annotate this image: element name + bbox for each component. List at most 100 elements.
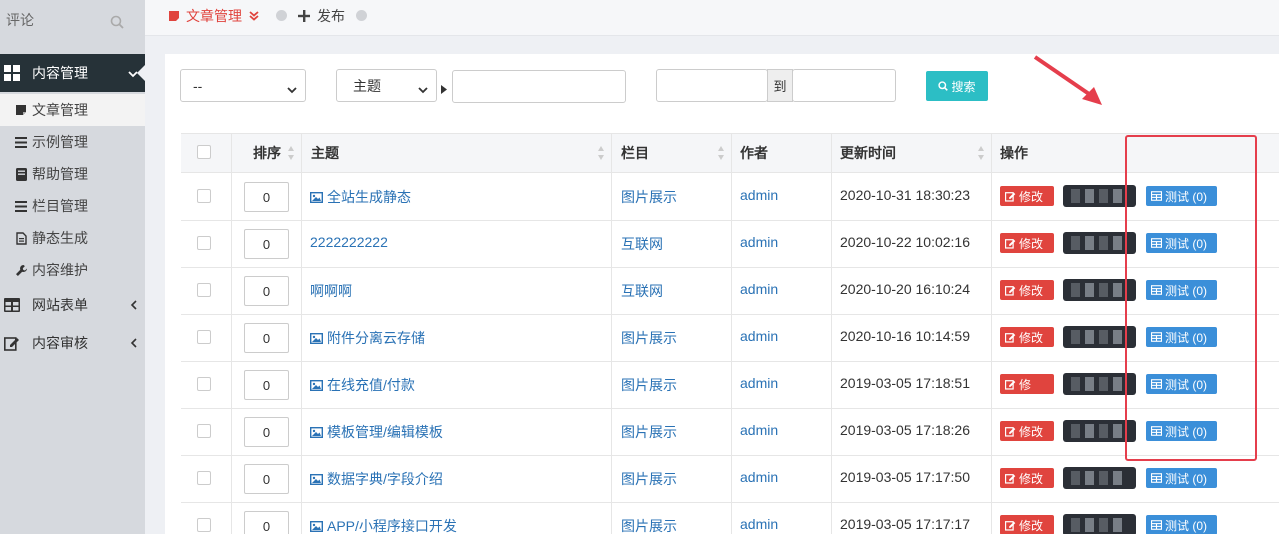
sort-icon[interactable] — [287, 145, 295, 161]
order-input[interactable]: 0 — [244, 417, 289, 447]
file-icon — [12, 231, 30, 245]
column-link[interactable]: 图片展示 — [621, 328, 677, 348]
image-icon — [310, 473, 323, 485]
sidebar-item-static[interactable]: 静态生成 — [0, 222, 145, 254]
row-checkbox[interactable] — [197, 424, 211, 438]
row-checkbox[interactable] — [197, 471, 211, 485]
author-link[interactable]: admin — [740, 469, 778, 485]
table-icon — [1151, 473, 1162, 483]
tab-articles[interactable]: 文章管理 — [168, 6, 259, 26]
article-title-link[interactable]: 全站生成静态 — [310, 187, 411, 207]
author-link[interactable]: admin — [740, 234, 778, 250]
test-button[interactable]: 测试 (0) — [1146, 515, 1217, 534]
date-start-input[interactable] — [656, 69, 768, 102]
order-input[interactable]: 0 — [244, 511, 289, 534]
edit-button[interactable]: 修改 — [1000, 515, 1054, 534]
updated-value: 2020-10-20 16:10:24 — [840, 281, 970, 297]
image-icon — [310, 379, 323, 391]
sidebar-group-review[interactable]: 内容审核 — [0, 324, 145, 362]
edit-button[interactable]: 修改 — [1000, 327, 1054, 347]
column-link[interactable]: 图片展示 — [621, 469, 677, 489]
order-input[interactable]: 0 — [244, 370, 289, 400]
article-title-link[interactable]: 在线充值/付款 — [310, 375, 415, 395]
edit-button[interactable]: 修改 — [1000, 233, 1054, 253]
column-name: 图片展示 — [621, 377, 677, 393]
sidebar-search-input[interactable]: 评论 — [6, 10, 34, 30]
article-title: 在线充值/付款 — [327, 377, 415, 393]
edit-button[interactable]: 修改 — [1000, 280, 1054, 300]
tab-publish[interactable]: 发布 — [298, 6, 345, 26]
sidebar-item-maintenance[interactable]: 内容维护 — [0, 254, 145, 286]
column-link[interactable]: 图片展示 — [621, 422, 677, 442]
author-link[interactable]: admin — [740, 516, 778, 532]
order-input[interactable]: 0 — [244, 323, 289, 353]
header-order[interactable]: 排序 — [253, 133, 281, 173]
redacted-button[interactable] — [1063, 467, 1136, 489]
header-updated[interactable]: 更新时间 — [840, 133, 896, 173]
order-input[interactable]: 0 — [244, 182, 289, 212]
sidebar-group-content[interactable]: 内容管理 — [0, 54, 145, 92]
row-checkbox[interactable] — [197, 377, 211, 391]
article-title-link[interactable]: 附件分离云存储 — [310, 328, 425, 348]
column-link[interactable]: 互联网 — [621, 281, 663, 301]
date-end-input[interactable] — [792, 69, 896, 102]
field-select[interactable]: 主题 — [336, 69, 437, 102]
article-title-link[interactable]: 模板管理/编辑模板 — [310, 422, 443, 442]
article-title-link[interactable]: 啊啊啊 — [310, 281, 352, 301]
column-link[interactable]: 图片展示 — [621, 375, 677, 395]
article-title-link[interactable]: 2222222222 — [310, 234, 388, 250]
updated-value: 2020-10-31 18:30:23 — [840, 187, 970, 203]
tab-close-dot[interactable] — [276, 10, 287, 21]
article-title: APP/小程序接口开发 — [327, 518, 457, 534]
header-title[interactable]: 主题 — [311, 133, 339, 173]
author-link[interactable]: admin — [740, 375, 778, 391]
search-button[interactable]: 搜索 — [926, 71, 988, 101]
select-all-checkbox[interactable] — [197, 145, 211, 159]
author-link[interactable]: admin — [740, 281, 778, 297]
test-button[interactable]: 测试 (0) — [1146, 468, 1217, 488]
column-link[interactable]: 互联网 — [621, 234, 663, 254]
sidebar-item-label: 帮助管理 — [32, 166, 88, 182]
author-link[interactable]: admin — [740, 422, 778, 438]
row-checkbox[interactable] — [197, 330, 211, 344]
book-icon — [12, 167, 30, 181]
sort-icon[interactable] — [597, 145, 605, 161]
article-title-link[interactable]: APP/小程序接口开发 — [310, 516, 457, 534]
article-title-link[interactable]: 数据字典/字段介绍 — [310, 469, 443, 489]
tab-close-dot[interactable] — [356, 10, 367, 21]
sidebar-item-examples[interactable]: 示例管理 — [0, 126, 145, 158]
sort-icon[interactable] — [977, 145, 985, 161]
column-link[interactable]: 图片展示 — [621, 187, 677, 207]
redacted-button[interactable] — [1063, 514, 1136, 534]
header-column[interactable]: 栏目 — [621, 133, 649, 173]
column-link[interactable]: 图片展示 — [621, 516, 677, 534]
order-value: 0 — [262, 424, 271, 440]
sidebar-item-columns[interactable]: 栏目管理 — [0, 190, 145, 222]
row-divider — [181, 502, 1279, 503]
sidebar-item-label: 内容维护 — [32, 262, 88, 278]
keyword-input[interactable] — [452, 70, 626, 103]
double-chevron-down-icon — [249, 11, 259, 21]
row-checkbox[interactable] — [197, 236, 211, 250]
order-input[interactable]: 0 — [244, 464, 289, 494]
edit-button[interactable]: 修改 — [1000, 421, 1054, 441]
sidebar-group-forms[interactable]: 网站表单 — [0, 286, 145, 324]
sidebar-item-help[interactable]: 帮助管理 — [0, 158, 145, 190]
row-checkbox[interactable] — [197, 189, 211, 203]
category-select[interactable]: -- — [180, 69, 306, 102]
edit-button[interactable]: 修改 — [1000, 186, 1054, 206]
author-link[interactable]: admin — [740, 328, 778, 344]
sidebar-item-articles[interactable]: 文章管理 — [0, 94, 145, 126]
row-checkbox[interactable] — [197, 518, 211, 532]
sidebar-search[interactable]: 评论 — [0, 0, 145, 44]
sort-icon[interactable] — [717, 145, 725, 161]
row-divider — [181, 408, 1279, 409]
row-checkbox[interactable] — [197, 283, 211, 297]
search-icon[interactable] — [110, 15, 124, 29]
edit-button[interactable]: 修 — [1000, 374, 1054, 394]
edit-icon — [1005, 332, 1016, 343]
order-input[interactable]: 0 — [244, 229, 289, 259]
order-input[interactable]: 0 — [244, 276, 289, 306]
edit-button[interactable]: 修改 — [1000, 468, 1054, 488]
author-link[interactable]: admin — [740, 187, 778, 203]
